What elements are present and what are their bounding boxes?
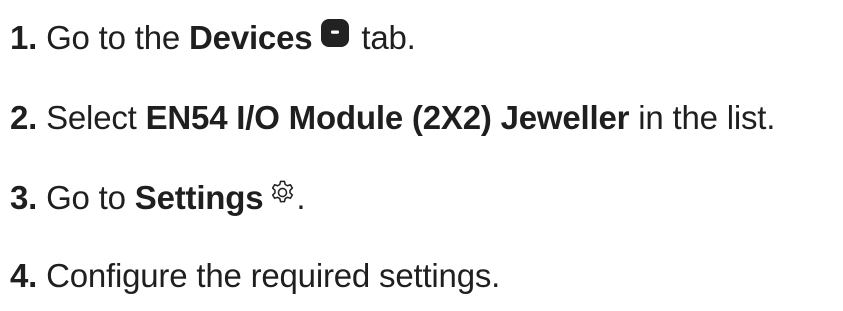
step-text-suffix: tab.	[361, 19, 416, 56]
step-2: 2. Select EN54 I/O Module (2X2) Jeweller…	[10, 98, 775, 138]
step-number: 1.	[10, 19, 38, 56]
step-4: 4. Configure the required settings.	[10, 256, 500, 296]
step-text-suffix: .	[296, 179, 306, 216]
step-text-prefix: Go to	[46, 179, 126, 216]
devices-tab-icon	[321, 19, 350, 47]
gear-icon	[272, 180, 294, 203]
step-1: 1. Go to the Devices tab.	[10, 18, 416, 58]
step-text-prefix: Go to the	[46, 19, 181, 56]
step-number: 3.	[10, 179, 38, 216]
step-number: 2.	[10, 99, 38, 136]
device-name: EN54 I/O Module (2X2) Jeweller	[145, 99, 630, 136]
settings-label: Settings	[134, 179, 264, 216]
devices-tab-label: Devices	[189, 19, 313, 56]
step-number: 4.	[10, 257, 38, 294]
step-text: Configure the required settings.	[46, 257, 501, 294]
step-3: 3. Go to Settings .	[10, 178, 306, 218]
step-text-prefix: Select	[46, 99, 137, 136]
step-text-suffix: in the list.	[638, 99, 776, 136]
